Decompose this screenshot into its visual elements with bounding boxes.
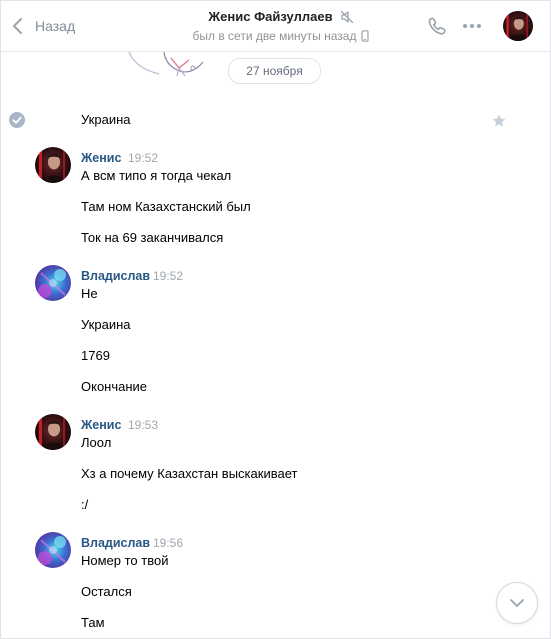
message-text: Окончание: [81, 379, 148, 394]
message-text: Остался: [81, 584, 132, 599]
message-text: 1769: [81, 348, 110, 363]
author-avatar[interactable]: [35, 265, 71, 301]
back-label[interactable]: Назад: [35, 18, 75, 34]
message-text: Ток на 69 заканчивался: [81, 230, 224, 245]
star-icon[interactable]: [491, 113, 507, 129]
header-avatar[interactable]: [503, 11, 533, 41]
chat-title[interactable]: Женис Файзуллаев: [208, 9, 332, 24]
chat-header: Назад Женис Файзуллаев был в сети две ми…: [1, 1, 550, 52]
scroll-to-bottom-button[interactable]: [496, 582, 538, 624]
muted-speaker-icon: [340, 10, 353, 23]
date-divider: 27 ноября: [228, 58, 321, 84]
message-author[interactable]: Владислав: [81, 269, 150, 283]
message-author[interactable]: Владислав: [81, 536, 150, 550]
chevron-left-icon: [13, 18, 22, 34]
message-time[interactable]: 19:52: [128, 151, 158, 165]
message-text: Лоол: [81, 435, 112, 450]
check-circle-icon[interactable]: [9, 112, 25, 128]
author-avatar[interactable]: [35, 414, 71, 450]
message-text: Украина: [81, 317, 131, 332]
author-avatar[interactable]: [35, 532, 71, 568]
message-text: Там ном Казахстанский был: [81, 199, 251, 214]
mobile-phone-icon: [361, 30, 370, 42]
phone-icon[interactable]: [426, 15, 448, 37]
message-text: Хз а почему Казахстан выскакивает: [81, 466, 298, 481]
message-text: Не: [81, 286, 98, 301]
message-author[interactable]: Женис: [81, 418, 121, 432]
chevron-down-icon: [510, 599, 524, 607]
message-text: А всм типо я тогда чекал: [81, 168, 232, 183]
message-author[interactable]: Женис: [81, 151, 121, 165]
message-time[interactable]: 19:56: [153, 536, 183, 550]
chat-window: Назад Женис Файзуллаев был в сети две ми…: [0, 0, 551, 639]
message-text: Номер то твой: [81, 553, 169, 568]
more-dots-icon[interactable]: [461, 15, 483, 37]
message-time[interactable]: 19:52: [153, 269, 183, 283]
back-button[interactable]: Назад: [11, 15, 75, 37]
author-avatar[interactable]: [35, 147, 71, 183]
online-status: был в сети две минуты назад: [192, 29, 357, 43]
chat-title-block[interactable]: Женис Файзуллаев был в сети две минуты н…: [151, 9, 411, 43]
message-text: :/: [81, 497, 89, 512]
message-text: Украина: [81, 112, 131, 127]
message-text: Там: [81, 615, 105, 630]
message-time[interactable]: 19:53: [128, 418, 158, 432]
sticker-image[interactable]: [119, 52, 209, 78]
